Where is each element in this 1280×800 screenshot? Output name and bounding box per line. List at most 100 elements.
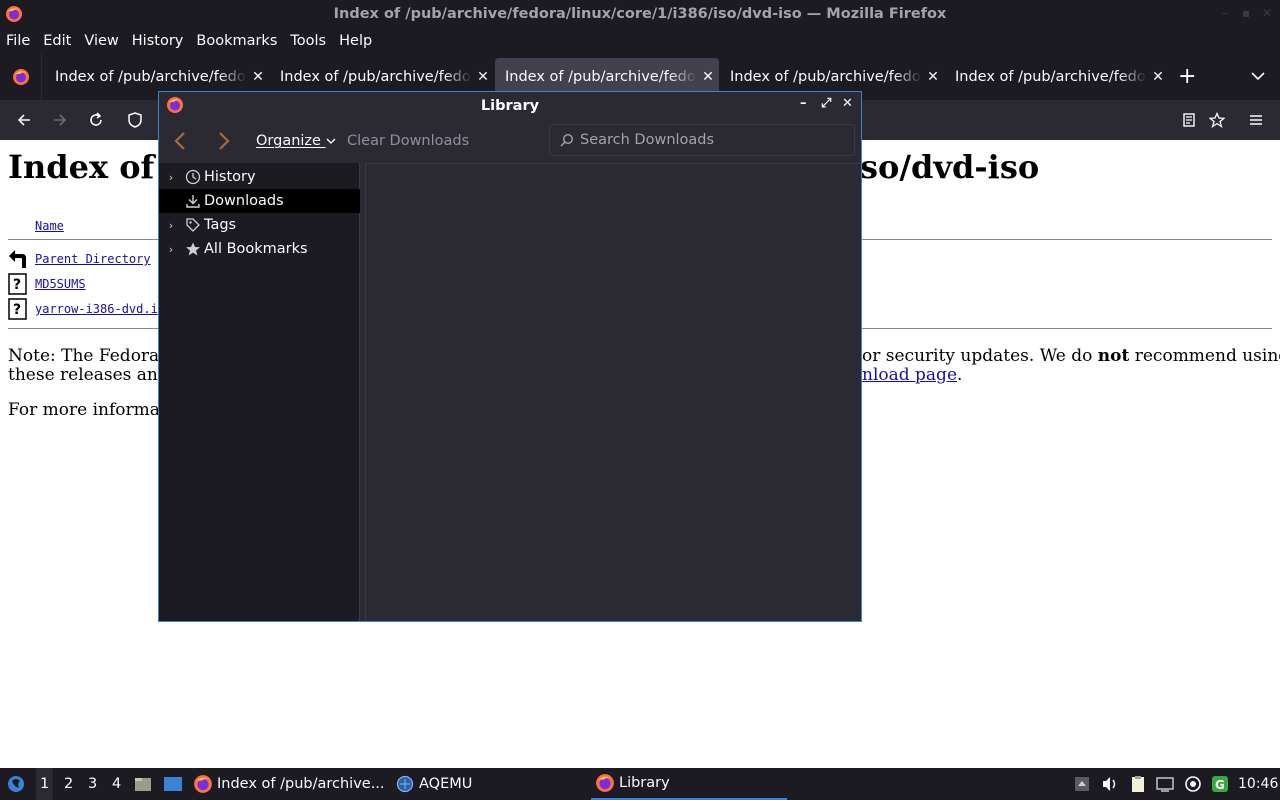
- maximize-icon[interactable]: ▪: [1242, 6, 1250, 20]
- close-icon[interactable]: ✕: [842, 96, 853, 111]
- tab-close-icon[interactable]: ✕: [922, 69, 944, 85]
- sidebar-item-history[interactable]: › History: [159, 165, 360, 189]
- downloads-list[interactable]: [365, 163, 861, 621]
- arrow-left-icon: [17, 114, 30, 126]
- minimize-icon[interactable]: –: [800, 96, 807, 111]
- sidebar-item-tags[interactable]: › Tags: [159, 213, 360, 237]
- file-manager-launcher[interactable]: [134, 768, 152, 800]
- update-icon[interactable]: [1184, 768, 1202, 800]
- sidebar-item-label: Tags: [204, 217, 237, 233]
- library-toolbar: Organize Clear Downloads: [159, 119, 861, 163]
- download-page-link[interactable]: nload page: [862, 365, 957, 385]
- expand-arrow-icon[interactable]: ›: [159, 171, 183, 184]
- tag-icon: [183, 216, 203, 234]
- tab-close-icon[interactable]: ✕: [697, 69, 719, 85]
- bookmark-page-button[interactable]: [1207, 110, 1227, 130]
- note-text-right: or security updates. We do not recommend…: [862, 347, 1280, 366]
- arrow-right-icon: [54, 114, 67, 126]
- tracking-protection-button[interactable]: [125, 110, 145, 130]
- clipboard-icon[interactable]: [1129, 768, 1147, 800]
- taskbar: 1 2 3 4 Index of /pub/archive... AQEMU L…: [0, 768, 1280, 800]
- svg-text:G: G: [1215, 778, 1225, 792]
- menu-tools[interactable]: Tools: [290, 33, 326, 49]
- list-item: ? MD5SUMS: [8, 273, 86, 295]
- firefox-icon: [167, 97, 183, 113]
- download-icon: [183, 192, 203, 210]
- note-text: Note: The Fedora r: [8, 346, 173, 366]
- menu-edit[interactable]: Edit: [43, 33, 71, 49]
- library-sidebar: › History Downloads › Tags › All Bookmar…: [159, 163, 360, 621]
- tab-close-icon[interactable]: ✕: [247, 69, 269, 85]
- note-text: these releases any: [8, 365, 168, 385]
- reload-button[interactable]: [86, 110, 106, 130]
- hamburger-icon: [1250, 115, 1262, 125]
- menu-help[interactable]: Help: [339, 33, 372, 49]
- g-app-icon[interactable]: G: [1211, 768, 1229, 800]
- svg-text:?: ?: [13, 277, 21, 293]
- clear-downloads-button[interactable]: Clear Downloads: [347, 133, 469, 149]
- task-label: Library: [619, 775, 670, 791]
- workspace-2[interactable]: 2: [64, 768, 73, 800]
- tab-5[interactable]: Index of /pub/archive/fedora/linux/core/…: [945, 58, 1169, 96]
- maximize-icon[interactable]: ⤢: [821, 96, 831, 111]
- search-box: [549, 124, 855, 156]
- menu-view[interactable]: View: [84, 33, 118, 49]
- tab-close-icon[interactable]: ✕: [1147, 69, 1169, 85]
- clock-icon: [183, 168, 203, 186]
- new-tab-button[interactable]: +: [1178, 66, 1196, 88]
- tab-label: Index of /pub/archive/fedora/linux/core/…: [55, 69, 247, 85]
- workspace-3[interactable]: 3: [88, 768, 97, 800]
- md5sums-link[interactable]: MD5SUMS: [35, 277, 86, 291]
- note-text: .: [957, 365, 963, 385]
- workspace-4[interactable]: 4: [112, 768, 121, 800]
- network-icon[interactable]: [1156, 768, 1174, 800]
- shield-icon: [128, 112, 142, 128]
- folder-icon: [135, 778, 151, 791]
- sidebar-item-all-bookmarks[interactable]: › All Bookmarks: [159, 237, 360, 261]
- column-name-link[interactable]: Name: [35, 219, 64, 233]
- library-title: Library: [480, 97, 540, 114]
- menu-file[interactable]: File: [6, 33, 30, 49]
- lxqt-logo-icon: [8, 776, 24, 792]
- start-menu-button[interactable]: [6, 768, 26, 800]
- reader-view-button[interactable]: [1179, 110, 1199, 130]
- reload-icon: [90, 112, 102, 126]
- chevron-down-icon: [326, 138, 336, 144]
- back-button[interactable]: [14, 110, 34, 130]
- menu-bookmarks[interactable]: Bookmarks: [196, 33, 277, 49]
- menu-history[interactable]: History: [132, 33, 184, 49]
- back-arrow-icon[interactable]: [173, 131, 187, 151]
- sidebar-item-downloads[interactable]: Downloads: [159, 189, 360, 213]
- firefox-view-button[interactable]: [0, 54, 42, 100]
- volume-icon[interactable]: [1101, 768, 1119, 800]
- tray-up-icon[interactable]: [1074, 768, 1090, 800]
- search-downloads-input[interactable]: [580, 132, 850, 148]
- task-library[interactable]: Library: [591, 768, 787, 800]
- expand-arrow-icon[interactable]: ›: [159, 243, 183, 256]
- expand-arrow-icon[interactable]: ›: [159, 219, 183, 232]
- back-arrow-icon: [9, 250, 26, 268]
- library-titlebar: Library – ⤢ ✕: [159, 92, 861, 119]
- menu-bar: File Edit View History Bookmarks Tools H…: [0, 28, 1280, 54]
- iso-file-link[interactable]: yarrow-i386-dvd.i: [35, 302, 158, 316]
- window-title: Index of /pub/archive/fedora/linux/core/…: [333, 6, 947, 22]
- app-menu-button[interactable]: [1246, 110, 1266, 130]
- desktop-icon: [164, 777, 182, 791]
- forward-button[interactable]: [50, 110, 70, 130]
- close-icon[interactable]: ✕: [1262, 6, 1272, 20]
- list-all-tabs-icon[interactable]: [1250, 68, 1266, 84]
- workspace-1[interactable]: 1: [36, 768, 54, 800]
- task-firefox[interactable]: Index of /pub/archive...: [193, 768, 385, 800]
- parent-directory-link[interactable]: Parent Directory: [35, 252, 151, 266]
- show-desktop-launcher[interactable]: [163, 768, 183, 800]
- page-heading: Index of: [8, 148, 155, 186]
- minimize-icon[interactable]: –: [1222, 6, 1228, 20]
- unknown-file-icon: ?: [8, 298, 27, 320]
- page-heading-tail: so/dvd-iso: [860, 148, 1040, 186]
- organize-button[interactable]: Organize: [256, 133, 336, 149]
- task-aqemu[interactable]: AQEMU: [396, 768, 581, 800]
- forward-arrow-icon[interactable]: [217, 131, 231, 151]
- tab-close-icon[interactable]: ✕: [472, 69, 494, 85]
- tab-label: Index of /pub/archive/fedora/linux/core/…: [505, 69, 697, 85]
- note-text: or security updates. We do: [862, 346, 1098, 366]
